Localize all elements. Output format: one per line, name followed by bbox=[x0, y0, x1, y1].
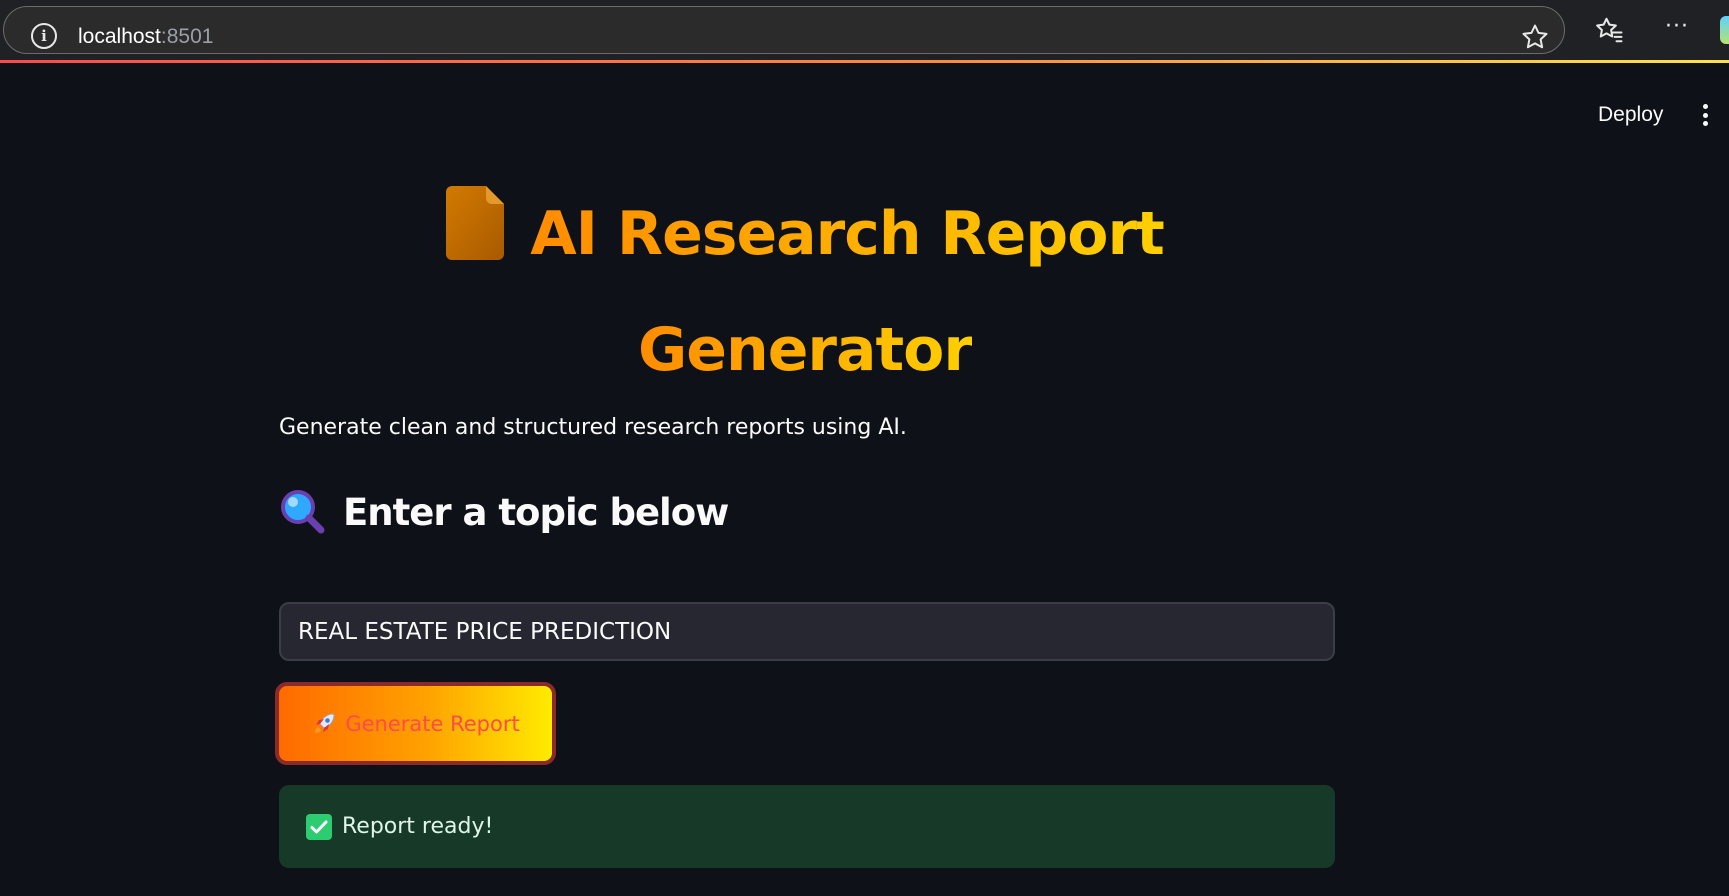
browser-toolbar: i localhost:8501 ··· bbox=[0, 0, 1729, 60]
url-port: :8501 bbox=[160, 25, 214, 48]
generate-report-button[interactable]: Generate Report bbox=[275, 682, 556, 765]
favorites-icon[interactable] bbox=[1594, 15, 1624, 45]
url-host: localhost bbox=[78, 25, 161, 48]
deploy-button[interactable]: Deploy bbox=[1590, 98, 1671, 132]
running-indicator bbox=[0, 60, 1729, 63]
info-icon[interactable]: i bbox=[31, 23, 57, 49]
star-icon[interactable] bbox=[1520, 22, 1550, 52]
page-title: AI Research Report Generator bbox=[420, 176, 1190, 408]
url-text[interactable]: localhost:8501 bbox=[78, 23, 213, 51]
document-icon bbox=[446, 186, 505, 260]
success-alert: Report ready! bbox=[279, 785, 1335, 868]
check-icon bbox=[306, 813, 332, 840]
magnifier-icon bbox=[281, 490, 325, 534]
vertical-dots-icon[interactable] bbox=[1693, 100, 1717, 130]
title-line-1: AI Research Report bbox=[530, 199, 1165, 269]
edge-copilot-icon[interactable] bbox=[1720, 16, 1729, 44]
title-line-2: Generator bbox=[638, 315, 973, 385]
topic-input[interactable] bbox=[279, 602, 1335, 661]
page-subtitle: Generate clean and structured research r… bbox=[279, 415, 907, 440]
success-message: Report ready! bbox=[342, 814, 494, 839]
section-heading: Enter a topic below bbox=[279, 484, 729, 540]
more-icon[interactable]: ··· bbox=[1660, 12, 1694, 48]
rocket-icon bbox=[315, 712, 335, 733]
generate-report-label: Generate Report bbox=[345, 711, 520, 736]
section-heading-text: Enter a topic below bbox=[343, 490, 729, 534]
address-bar[interactable]: i localhost:8501 bbox=[3, 6, 1565, 54]
